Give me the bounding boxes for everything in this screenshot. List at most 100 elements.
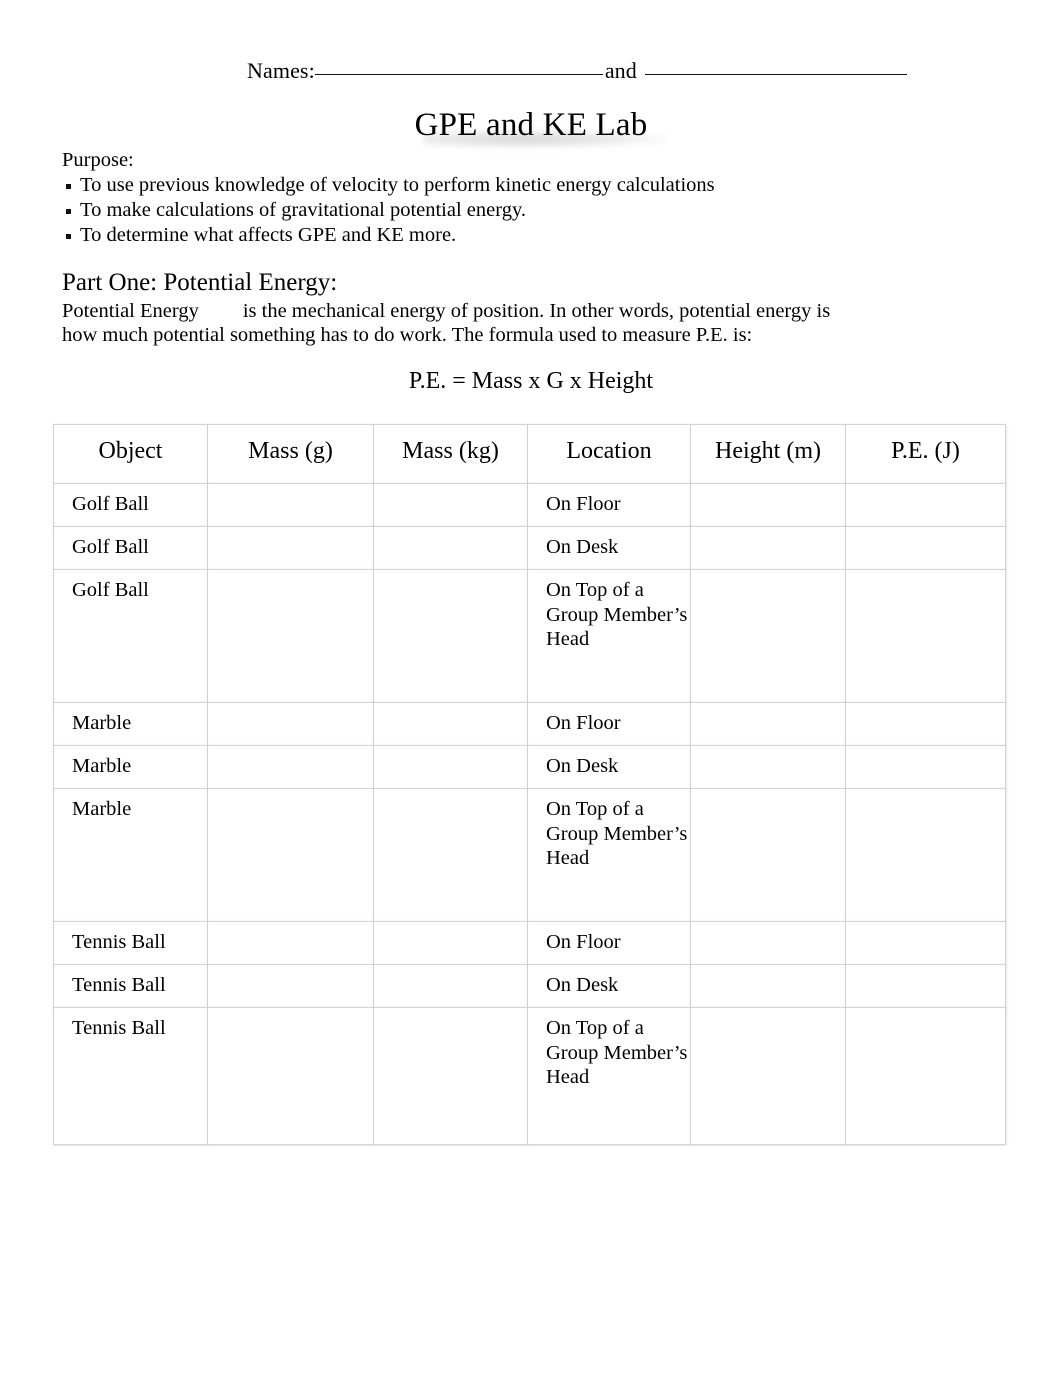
cell-pe-j[interactable] bbox=[845, 483, 1006, 527]
document-title-text: GPE and KE Lab bbox=[414, 107, 648, 143]
cell-location-text: On Top of a Group Member’s Head bbox=[546, 579, 688, 650]
cell-pe-j[interactable] bbox=[845, 964, 1006, 1008]
cell-height-m[interactable] bbox=[690, 745, 846, 789]
cell-height-m[interactable] bbox=[690, 526, 846, 570]
table-row: Golf Ball On Top of a Group Member’s Head bbox=[53, 569, 1006, 703]
square-bullet-icon bbox=[66, 184, 71, 189]
table-header-row: Object Mass (g) Mass (kg) Location Heigh… bbox=[53, 424, 1006, 484]
table-row: Tennis Ball On Desk bbox=[53, 964, 1006, 1008]
purpose-list-item-text: To use previous knowledge of velocity to… bbox=[80, 174, 715, 196]
title-container: GPE and KE Lab bbox=[0, 104, 1062, 148]
purpose-heading: Purpose: bbox=[62, 149, 134, 171]
purpose-list-item-text: To make calculations of gravitational po… bbox=[80, 199, 526, 221]
table-row: Marble On Desk bbox=[53, 745, 1006, 789]
table-row: Marble On Top of a Group Member’s Head bbox=[53, 788, 1006, 922]
cell-mass-kg[interactable] bbox=[373, 921, 528, 965]
cell-pe-j[interactable] bbox=[845, 702, 1006, 746]
cell-height-m[interactable] bbox=[690, 964, 846, 1008]
cell-location-text: On Top of a Group Member’s Head bbox=[546, 1017, 688, 1088]
cell-mass-g[interactable] bbox=[207, 1007, 374, 1145]
names-line: Names: and bbox=[247, 57, 907, 85]
cell-height-m[interactable] bbox=[690, 569, 846, 703]
cell-mass-g[interactable] bbox=[207, 788, 374, 922]
purpose-list-item: To make calculations of gravitational po… bbox=[62, 198, 715, 223]
cell-height-m[interactable] bbox=[690, 921, 846, 965]
column-header-location: Location bbox=[527, 424, 691, 484]
part-one-definition: Potential Energy is the mechanical energy… bbox=[62, 300, 852, 347]
cell-mass-kg[interactable] bbox=[373, 788, 528, 922]
purpose-list: To use previous knowledge of velocity to… bbox=[62, 173, 715, 248]
cell-mass-kg[interactable] bbox=[373, 483, 528, 527]
cell-height-m[interactable] bbox=[690, 702, 846, 746]
cell-object[interactable]: Marble bbox=[53, 702, 208, 746]
cell-object[interactable]: Tennis Ball bbox=[53, 921, 208, 965]
cell-mass-g[interactable] bbox=[207, 702, 374, 746]
table-header: Object Mass (g) Mass (kg) Location Heigh… bbox=[53, 424, 1006, 484]
cell-object[interactable]: Tennis Ball bbox=[53, 1007, 208, 1145]
cell-object[interactable]: Marble bbox=[53, 788, 208, 922]
cell-object[interactable]: Tennis Ball bbox=[53, 964, 208, 1008]
and-label: and bbox=[604, 58, 637, 83]
cell-mass-kg[interactable] bbox=[373, 745, 528, 789]
cell-object[interactable]: Marble bbox=[53, 745, 208, 789]
cell-height-m[interactable] bbox=[690, 788, 846, 922]
names-label: Names: bbox=[247, 58, 315, 83]
cell-mass-kg[interactable] bbox=[373, 526, 528, 570]
potential-energy-table-container: Object Mass (g) Mass (kg) Location Heigh… bbox=[53, 424, 1006, 1145]
cell-pe-j[interactable] bbox=[845, 526, 1006, 570]
column-header-height-m: Height (m) bbox=[690, 424, 846, 484]
cell-mass-kg[interactable] bbox=[373, 1007, 528, 1145]
cell-mass-kg[interactable] bbox=[373, 702, 528, 746]
cell-mass-g[interactable] bbox=[207, 964, 374, 1008]
cell-location[interactable]: On Top of a Group Member’s Head bbox=[527, 1007, 691, 1145]
cell-location[interactable]: On Desk bbox=[527, 526, 691, 570]
purpose-list-item-text: To determine what affects GPE and KE mor… bbox=[80, 224, 457, 246]
cell-object[interactable]: Golf Ball bbox=[53, 526, 208, 570]
table-row: Tennis Ball On Top of a Group Member’s He… bbox=[53, 1007, 1006, 1145]
potential-energy-table: Object Mass (g) Mass (kg) Location Heigh… bbox=[53, 424, 1006, 1145]
name-blank-1[interactable] bbox=[314, 74, 603, 75]
document-page: Names: and GPE and KE Lab Purpose: To use… bbox=[0, 0, 1062, 1377]
cell-mass-g[interactable] bbox=[207, 526, 374, 570]
potential-energy-formula: P.E. = Mass x G x Height bbox=[408, 368, 654, 394]
purpose-section: Purpose: To use previous knowledge of ve… bbox=[62, 148, 715, 248]
table-row: Golf Ball On Desk bbox=[53, 526, 1006, 570]
name-blank-2[interactable] bbox=[644, 74, 907, 75]
column-header-mass-kg: Mass (kg) bbox=[373, 424, 528, 484]
cell-location[interactable]: On Top of a Group Member’s Head bbox=[527, 569, 691, 703]
purpose-list-item: To determine what affects GPE and KE mor… bbox=[62, 223, 715, 248]
cell-mass-kg[interactable] bbox=[373, 964, 528, 1008]
purpose-list-item: To use previous knowledge of velocity to… bbox=[62, 173, 715, 198]
column-header-object: Object bbox=[53, 424, 208, 484]
cell-object[interactable]: Golf Ball bbox=[53, 483, 208, 527]
cell-mass-g[interactable] bbox=[207, 921, 374, 965]
cell-pe-j[interactable] bbox=[845, 1007, 1006, 1145]
cell-height-m[interactable] bbox=[690, 1007, 846, 1145]
cell-object[interactable]: Golf Ball bbox=[53, 569, 208, 703]
cell-location[interactable]: On Desk bbox=[527, 964, 691, 1008]
cell-location[interactable]: On Floor bbox=[527, 702, 691, 746]
table-row: Golf Ball On Floor bbox=[53, 483, 1006, 527]
cell-location[interactable]: On Floor bbox=[527, 483, 691, 527]
document-title: GPE and KE Lab bbox=[414, 104, 669, 148]
cell-mass-g[interactable] bbox=[207, 745, 374, 789]
table-body: Golf Ball On Floor Golf Ball On Desk Golf Ba… bbox=[53, 483, 1006, 1145]
column-header-pe-j: P.E. (J) bbox=[845, 424, 1006, 484]
cell-pe-j[interactable] bbox=[845, 569, 1006, 703]
cell-height-m[interactable] bbox=[690, 483, 846, 527]
part-one-heading: Part One: Potential Energy: bbox=[62, 269, 338, 296]
potential-energy-term: Potential Energy bbox=[62, 300, 199, 322]
square-bullet-icon bbox=[66, 234, 71, 239]
cell-location-text: On Top of a Group Member’s Head bbox=[546, 798, 688, 869]
cell-mass-g[interactable] bbox=[207, 483, 374, 527]
cell-location[interactable]: On Floor bbox=[527, 921, 691, 965]
cell-mass-g[interactable] bbox=[207, 569, 374, 703]
cell-mass-kg[interactable] bbox=[373, 569, 528, 703]
cell-pe-j[interactable] bbox=[845, 788, 1006, 922]
column-header-mass-g: Mass (g) bbox=[207, 424, 374, 484]
cell-location[interactable]: On Top of a Group Member’s Head bbox=[527, 788, 691, 922]
cell-pe-j[interactable] bbox=[845, 745, 1006, 789]
cell-pe-j[interactable] bbox=[845, 921, 1006, 965]
table-row: Marble On Floor bbox=[53, 702, 1006, 746]
cell-location[interactable]: On Desk bbox=[527, 745, 691, 789]
